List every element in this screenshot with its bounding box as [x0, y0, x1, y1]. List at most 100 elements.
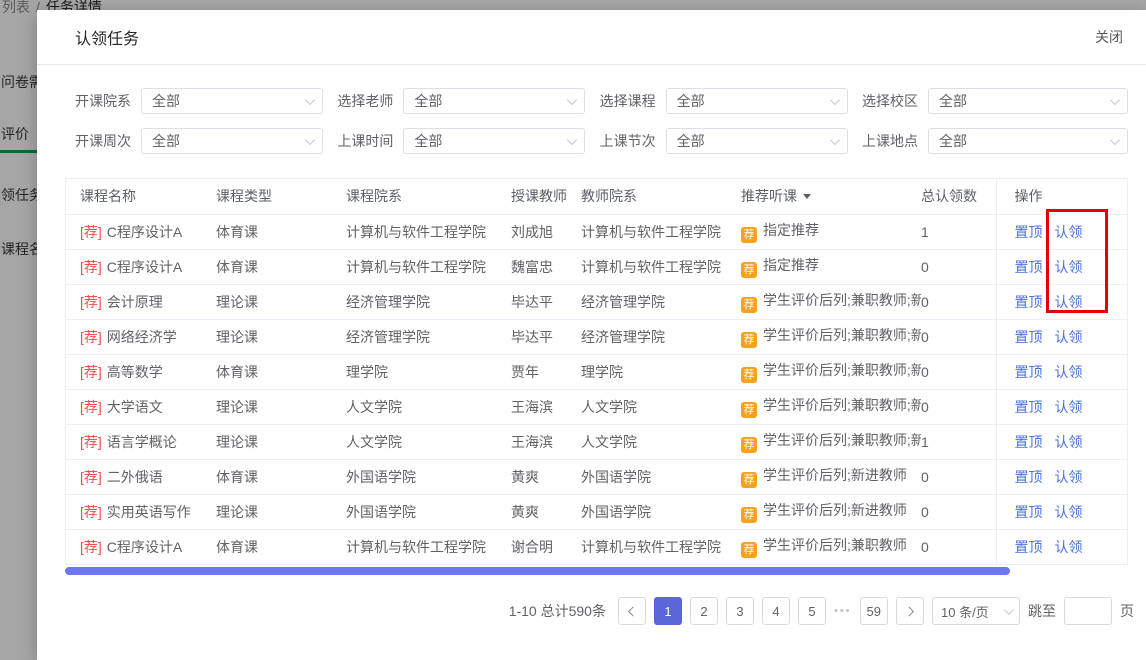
chevron-down-icon: [567, 95, 577, 105]
chevron-down-icon: [1110, 95, 1120, 105]
page-unit-label: 页: [1120, 601, 1134, 621]
pin-top-link[interactable]: 置顶: [1015, 259, 1043, 275]
claim-link[interactable]: 认领: [1055, 224, 1083, 240]
filter-bar: 开课院系 全部 选择老师 全部 选择课程 全部: [37, 65, 1146, 170]
filter-select[interactable]: 全部: [141, 88, 323, 114]
page-size-value: 10 条/页: [941, 602, 989, 621]
chevron-down-icon: [567, 135, 577, 145]
cell-actions: 置顶认领: [996, 459, 1128, 494]
page-number-button[interactable]: 1: [654, 597, 682, 625]
sort-caret-icon[interactable]: [803, 194, 811, 199]
chevron-down-icon: [305, 95, 315, 105]
recommend-badge-icon: 荐: [741, 507, 757, 523]
recommended-tag: [荐]: [80, 294, 102, 310]
table-row: [荐]C程序设计A 体育课 计算机与软件工程学院 谢合明 计算机与软件工程学院 …: [66, 529, 1128, 564]
filter-select-value: 全部: [677, 91, 705, 111]
recommended-tag: [荐]: [80, 224, 102, 240]
recommend-badge-icon: 荐: [741, 332, 757, 348]
course-name: C程序设计A: [107, 259, 182, 275]
cell-claims: 0: [921, 459, 996, 494]
filter-select[interactable]: 全部: [403, 128, 585, 154]
cell-recommend: 荐学生评价后列;兼职教师;新..: [741, 319, 921, 354]
last-page-button[interactable]: 59: [860, 597, 888, 625]
cell-course-type: 体育课: [216, 249, 346, 284]
claim-link[interactable]: 认领: [1055, 259, 1083, 275]
page-size-select[interactable]: 10 条/页: [932, 597, 1020, 625]
claim-link[interactable]: 认领: [1055, 294, 1083, 310]
course-name: 二外俄语: [107, 469, 163, 485]
cell-course-name: [荐]C程序设计A: [66, 529, 216, 564]
cell-actions: 置顶认领: [996, 494, 1128, 529]
filter-select-value: 全部: [939, 131, 967, 151]
cell-teacher-dept: 计算机与软件工程学院: [581, 249, 741, 284]
claim-link[interactable]: 认领: [1055, 434, 1083, 450]
recommended-tag: [荐]: [80, 259, 102, 275]
claim-link[interactable]: 认领: [1055, 539, 1083, 555]
pin-top-link[interactable]: 置顶: [1015, 329, 1043, 345]
cell-claims: 0: [921, 494, 996, 529]
pin-top-link[interactable]: 置顶: [1015, 504, 1043, 520]
scrollbar-thumb[interactable]: [65, 567, 1010, 575]
cell-teacher: 贾年: [511, 354, 581, 389]
filter-select[interactable]: 全部: [666, 128, 848, 154]
pin-top-link[interactable]: 置顶: [1015, 294, 1043, 310]
cell-teacher-dept: 外国语学院: [581, 459, 741, 494]
close-button[interactable]: 关闭: [1095, 27, 1123, 47]
cell-actions: 置顶认领: [996, 354, 1128, 389]
cell-course-name: [荐]语言学概论: [66, 424, 216, 459]
pin-top-link[interactable]: 置顶: [1015, 434, 1043, 450]
recommend-badge-icon: 荐: [741, 402, 757, 418]
next-page-button[interactable]: [896, 597, 924, 625]
filter-select-value: 全部: [939, 91, 967, 111]
filter-group: 选择老师 全部: [337, 88, 585, 114]
claim-link[interactable]: 认领: [1055, 364, 1083, 380]
filter-group: 上课节次 全部: [600, 128, 848, 154]
filter-label: 上课地点: [862, 131, 918, 151]
filter-label: 选择课程: [600, 91, 656, 111]
filter-select[interactable]: 全部: [928, 128, 1128, 154]
cell-course-dept: 理学院: [346, 354, 511, 389]
recommend-text: 学生评价后列;兼职教师;新..: [763, 397, 921, 413]
course-name: 实用英语写作: [107, 504, 191, 520]
claim-link[interactable]: 认领: [1055, 399, 1083, 415]
filter-select-value: 全部: [414, 91, 442, 111]
pin-top-link[interactable]: 置顶: [1015, 224, 1043, 240]
filter-select[interactable]: 全部: [928, 88, 1128, 114]
recommend-text: 学生评价后列;兼职教师;新..: [763, 432, 921, 448]
col-header-course-dept: 课程院系: [346, 179, 511, 214]
page-number-button[interactable]: 4: [762, 597, 790, 625]
page-number-button[interactable]: 5: [798, 597, 826, 625]
recommend-badge-icon: 荐: [741, 437, 757, 453]
jump-page-input[interactable]: [1064, 597, 1112, 625]
pagination-ellipsis[interactable]: •••: [834, 605, 852, 617]
cell-teacher: 王海滨: [511, 424, 581, 459]
cell-course-dept: 计算机与软件工程学院: [346, 214, 511, 249]
recommend-text: 指定推荐: [763, 257, 819, 273]
course-name: 高等数学: [107, 364, 163, 380]
page-number-button[interactable]: 3: [726, 597, 754, 625]
table-row: [荐]大学语文 理论课 人文学院 王海滨 人文学院 荐学生评价后列;兼职教师;新…: [66, 389, 1128, 424]
course-name: C程序设计A: [107, 539, 182, 555]
pin-top-link[interactable]: 置顶: [1015, 399, 1043, 415]
pin-top-link[interactable]: 置顶: [1015, 469, 1043, 485]
table-row: [荐]实用英语写作 理论课 外国语学院 黄爽 外国语学院 荐学生评价后列;新进教…: [66, 494, 1128, 529]
cell-teacher: 王海滨: [511, 389, 581, 424]
cell-teacher-dept: 外国语学院: [581, 494, 741, 529]
claim-link[interactable]: 认领: [1055, 329, 1083, 345]
pin-top-link[interactable]: 置顶: [1015, 364, 1043, 380]
prev-page-button[interactable]: [618, 597, 646, 625]
cell-course-type: 体育课: [216, 529, 346, 564]
cell-course-name: [荐]网络经济学: [66, 319, 216, 354]
cell-teacher-dept: 计算机与软件工程学院: [581, 529, 741, 564]
cell-actions: 置顶认领: [996, 389, 1128, 424]
filter-label: 选择老师: [337, 91, 393, 111]
pin-top-link[interactable]: 置顶: [1015, 539, 1043, 555]
claim-link[interactable]: 认领: [1055, 469, 1083, 485]
filter-select[interactable]: 全部: [141, 128, 323, 154]
page-number-button[interactable]: 2: [690, 597, 718, 625]
recommended-tag: [荐]: [80, 469, 102, 485]
filter-select[interactable]: 全部: [403, 88, 585, 114]
filter-select[interactable]: 全部: [666, 88, 848, 114]
claim-link[interactable]: 认领: [1055, 504, 1083, 520]
filter-group: 上课时间 全部: [337, 128, 585, 154]
